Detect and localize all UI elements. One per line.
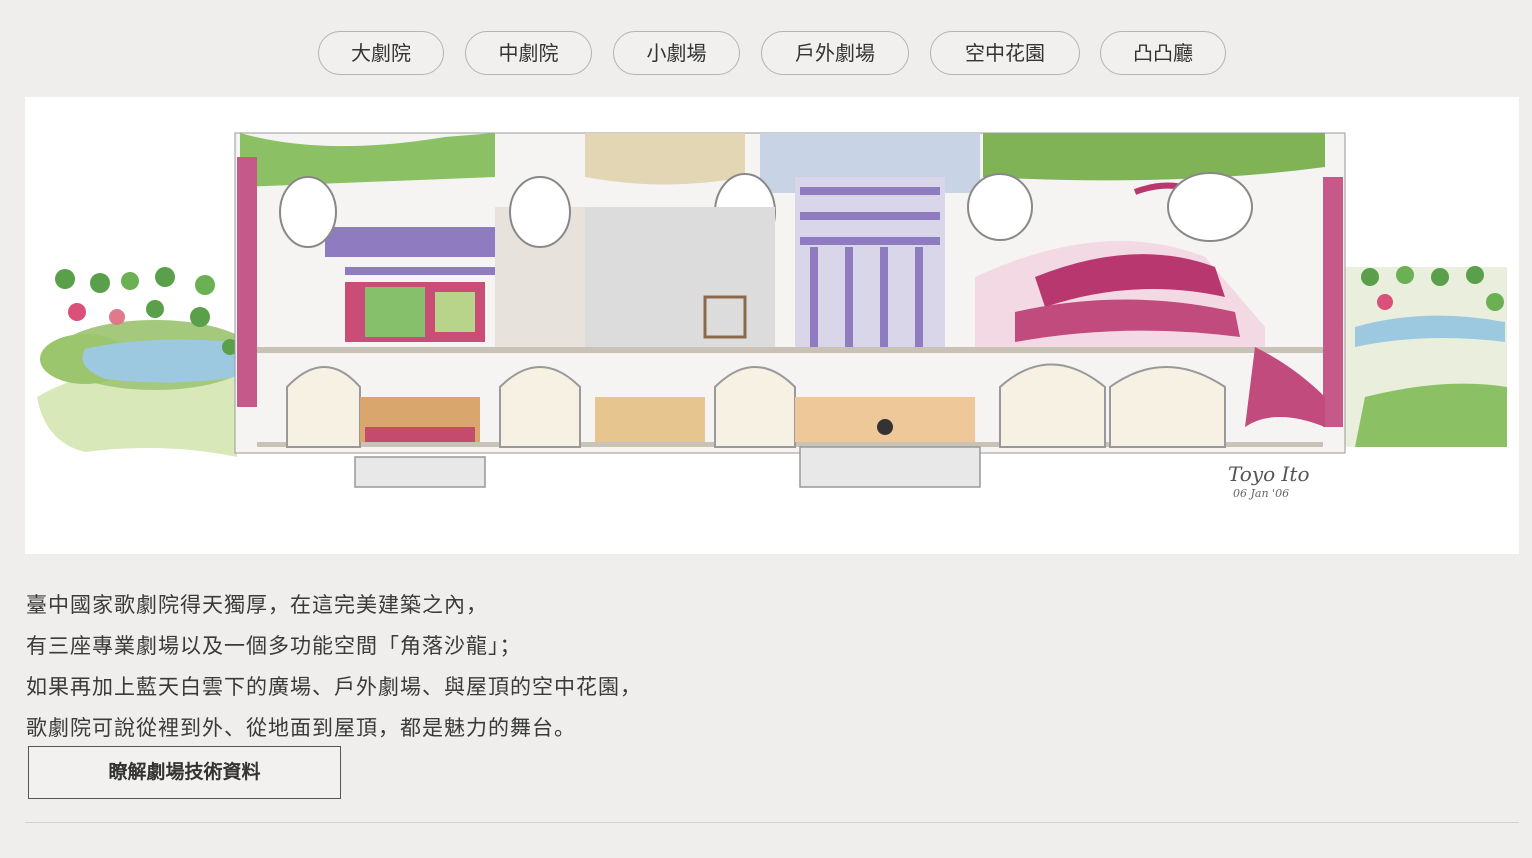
description-line: 歌劇院可說從裡到外、從地面到屋頂，都是魅力的舞台。 bbox=[26, 716, 576, 740]
cross-section-drawing: Toyo Ito 06 Jan '06 bbox=[37, 132, 1507, 500]
tab-playhouse[interactable]: 中劇院 bbox=[465, 31, 592, 75]
section-divider bbox=[25, 822, 1519, 823]
venue-tabs: 大劇院 中劇院 小劇場 戶外劇場 空中花園 凸凸廳 bbox=[0, 31, 1532, 75]
tab-tutu-hall[interactable]: 凸凸廳 bbox=[1100, 31, 1226, 75]
description-line: 臺中國家歌劇院得天獨厚，在這完美建築之內， bbox=[26, 593, 488, 617]
description-line: 如果再加上藍天白雲下的廣場、戶外劇場、與屋頂的空中花園， bbox=[26, 675, 642, 699]
description-line: 有三座專業劇場以及一個多功能空間「角落沙龍」； bbox=[26, 634, 522, 658]
signature-name: Toyo Ito bbox=[1228, 462, 1310, 486]
tab-outdoor-theater[interactable]: 戶外劇場 bbox=[761, 31, 909, 75]
building-section-illustration: Toyo Ito 06 Jan '06 bbox=[25, 97, 1519, 554]
right-landscape bbox=[1345, 266, 1507, 447]
architect-signature: Toyo Ito 06 Jan '06 bbox=[1228, 462, 1310, 500]
lower-level-rooms bbox=[354, 397, 981, 488]
technical-info-button[interactable]: 瞭解劇場技術資料 bbox=[28, 746, 341, 799]
venue-description: 臺中國家歌劇院得天獨厚，在這完美建築之內， 有三座專業劇場以及一個多功能空間「角… bbox=[26, 585, 926, 749]
tab-sky-garden[interactable]: 空中花園 bbox=[930, 31, 1080, 75]
left-landscape bbox=[37, 267, 255, 457]
tab-black-box[interactable]: 小劇場 bbox=[613, 31, 740, 75]
signature-date: 06 Jan '06 bbox=[1233, 487, 1289, 500]
tab-grand-theater[interactable]: 大劇院 bbox=[318, 31, 444, 75]
